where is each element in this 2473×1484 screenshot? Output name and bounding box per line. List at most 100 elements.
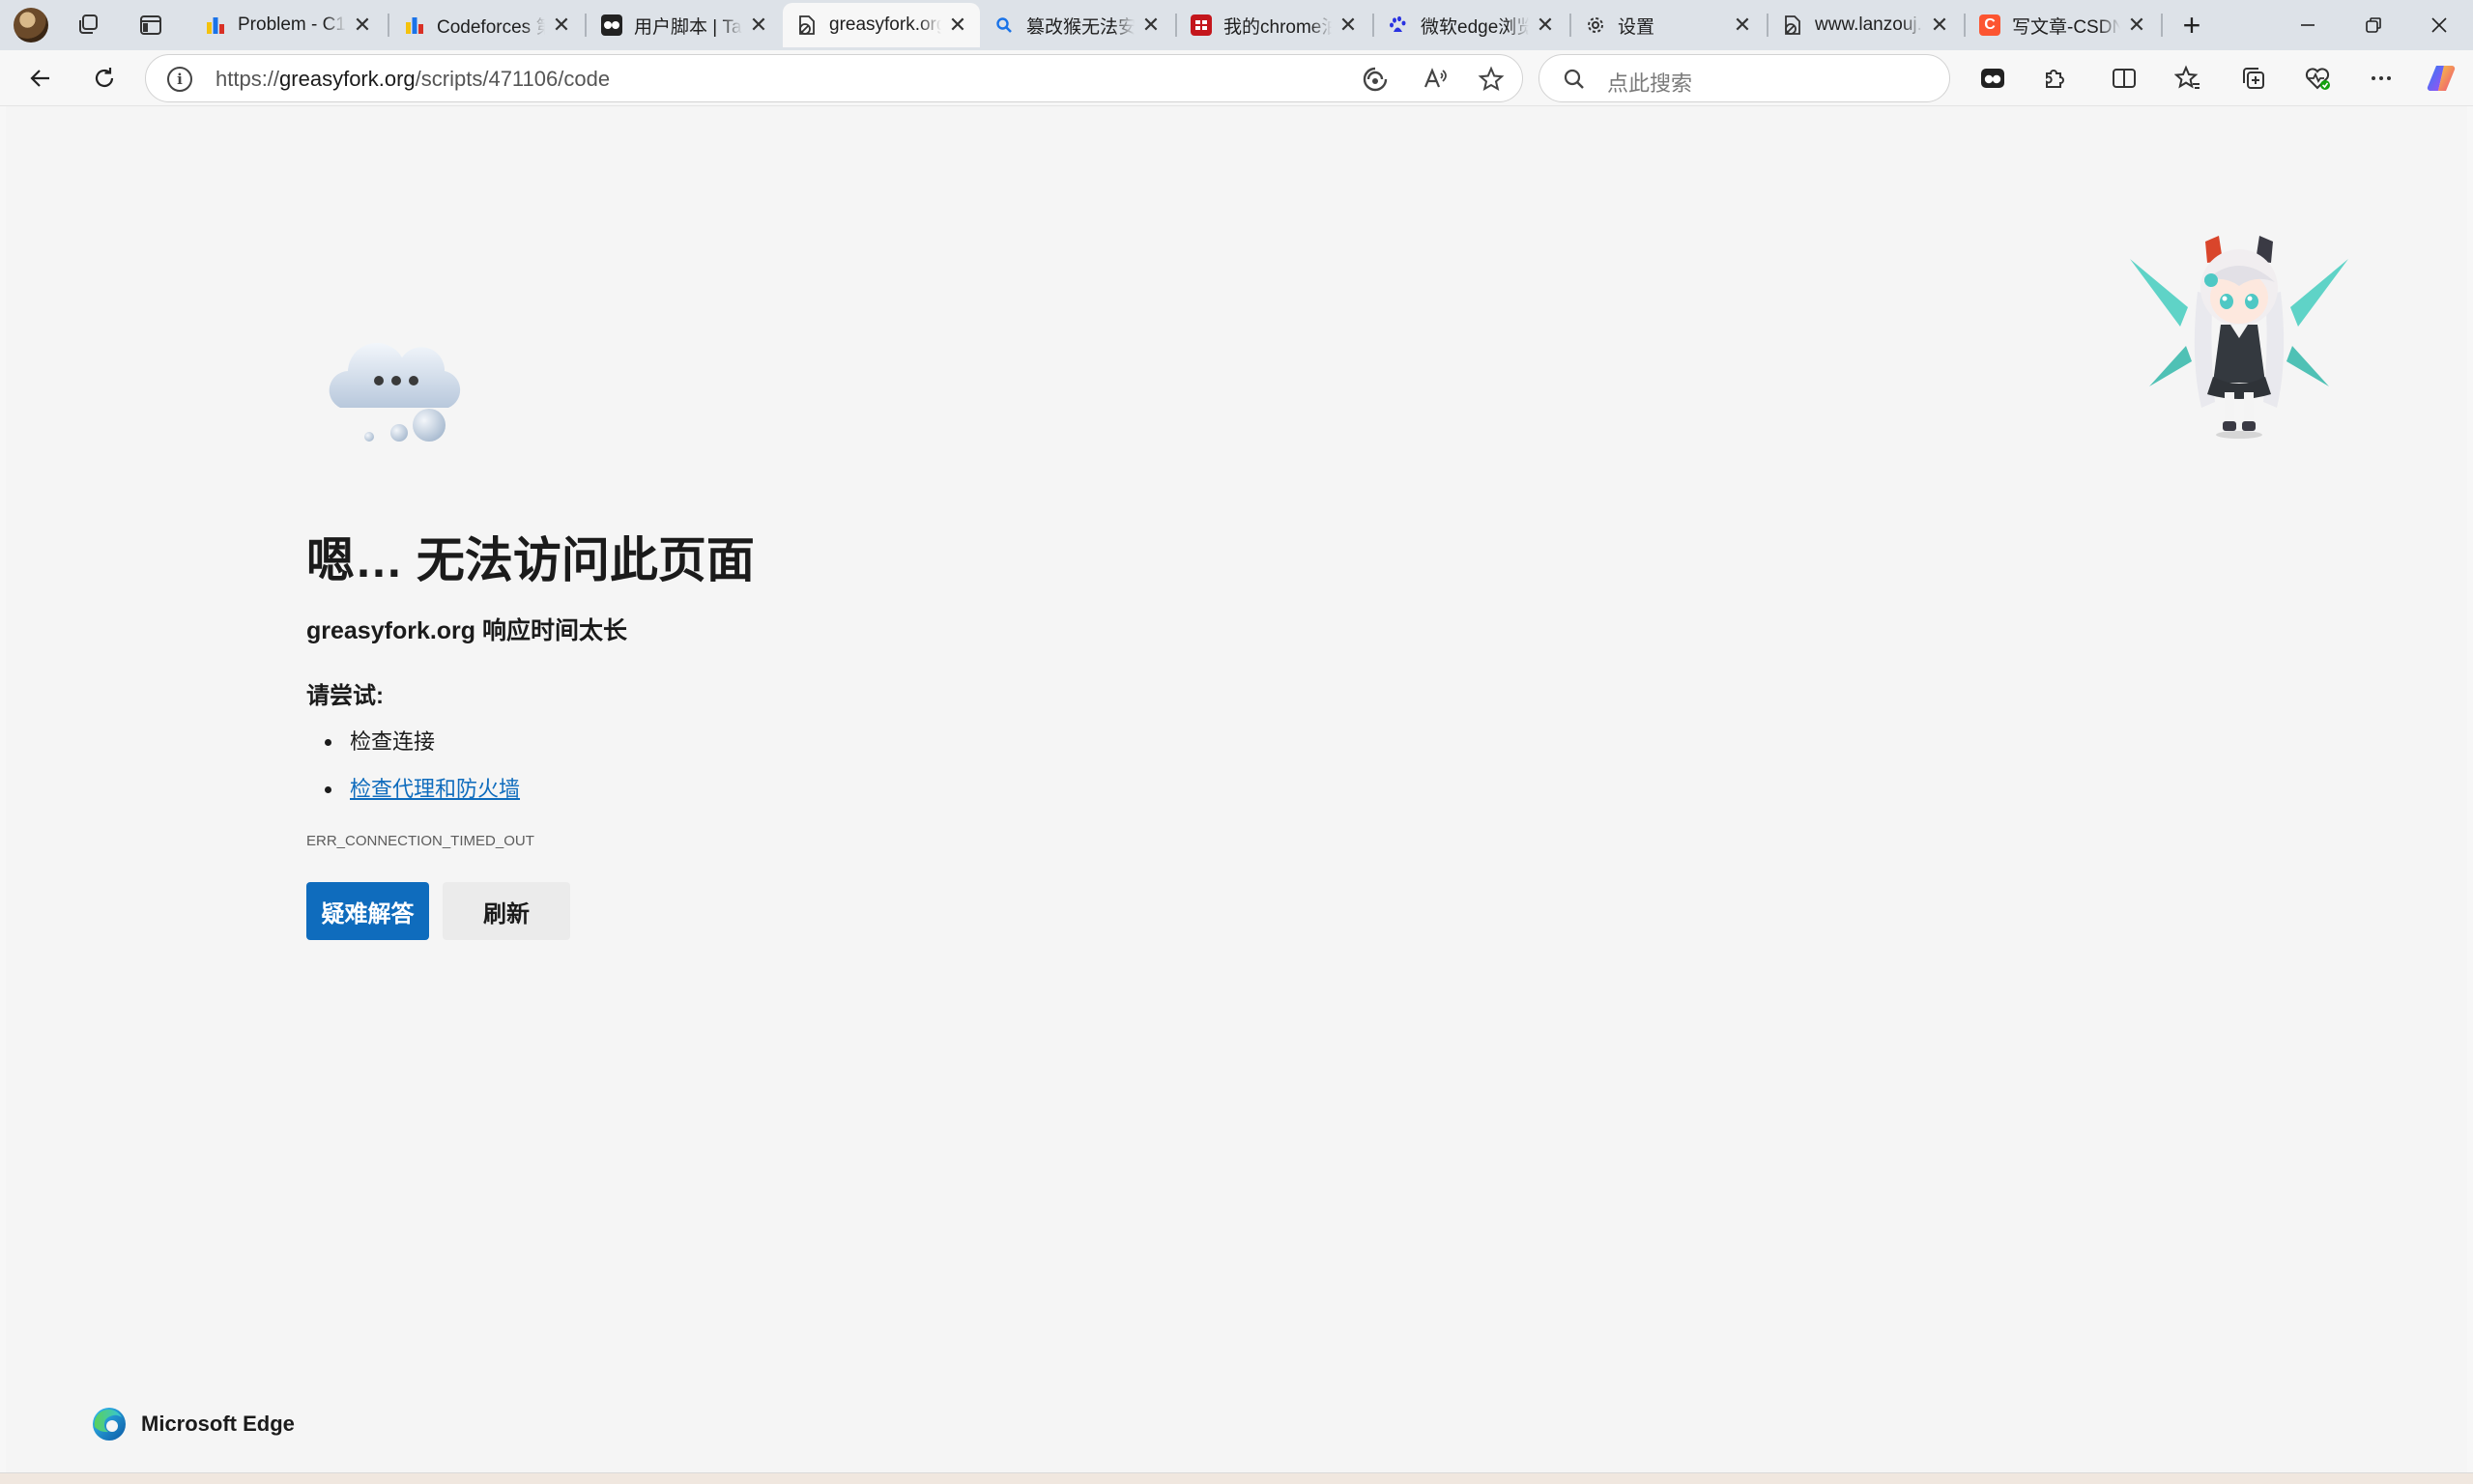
tab-separator [2161,14,2163,37]
puzzle-icon [2046,70,2064,88]
favorites-button[interactable] [2169,59,2207,98]
restore-button[interactable] [2341,0,2406,50]
minimize-button[interactable] [2275,0,2341,50]
heart-pulse-icon [2305,68,2330,90]
tab-title: Problem - C1 [238,14,346,35]
close-tab-icon[interactable]: ✕ [1732,13,1753,38]
url-path: /scripts/471106/code [415,67,611,91]
read-aloud-icon [1423,68,1447,88]
tab-separator [388,14,389,37]
error-subtitle: greasyfork.org 响应时间太长 [306,617,628,644]
close-tab-icon[interactable]: ✕ [748,13,769,38]
close-tab-icon[interactable]: ✕ [947,13,968,38]
favorite-star-button[interactable] [1472,60,1510,99]
favorites-icon [2174,65,2200,89]
error-title: 嗯… 无法访问此页面 [306,533,755,587]
try-label: 请尝试: [306,683,384,709]
tab-actions-button[interactable] [131,8,170,43]
collections-button[interactable] [2234,59,2273,98]
workspaces-button[interactable] [70,8,108,43]
gear-icon [1585,14,1606,36]
edge-brand: Microsoft Edge [91,1406,295,1442]
tampermonkey-icon [1981,69,2004,88]
tab-title: greasyfork.org [829,14,941,35]
close-tab-icon[interactable]: ✕ [1140,13,1162,38]
tab-problem-c1[interactable]: Problem - C1 ✕ [191,3,385,47]
back-arrow-icon [30,70,49,87]
search-placeholder: 点此搜索 [1607,71,1693,96]
cloud-error-icon [329,342,461,442]
read-aloud-button[interactable] [1416,60,1454,99]
translate-button[interactable] [1356,60,1395,99]
back-button[interactable] [21,59,60,98]
tampermonkey-extension-button[interactable] [1973,59,2012,98]
csdn-red-icon [1191,14,1212,36]
edge-logo-icon [93,1408,126,1441]
more-dots-icon [2372,76,2391,80]
tab-tampermonkey-search[interactable]: 篡改猴无法安装 ✕ [980,3,1173,47]
tab-userscripts[interactable]: 用户脚本 | Tam ✕ [588,3,781,47]
new-tab-button[interactable]: + [2172,8,2211,43]
window-bottom-edge [0,1472,2473,1484]
error-code: ERR_CONNECTION_TIMED_OUT [306,833,534,849]
close-tab-icon[interactable]: ✕ [1337,13,1359,38]
refresh-button[interactable] [85,59,124,98]
url-scheme: https:// [216,67,280,91]
tab-title: 写文章-CSDN [2012,16,2120,38]
url-host: greasyfork.org [279,67,416,91]
suggestion-check-connection: 检查连接 [324,725,520,772]
tab-codeforces[interactable]: Codeforces 第 ✕ [390,3,584,47]
close-icon [2431,17,2447,33]
url-text[interactable]: https://greasyfork.org/scripts/471106/co… [216,67,610,92]
tampermonkey-icon [601,14,622,36]
copilot-icon [2427,65,2456,92]
search-box[interactable]: 点此搜索 [1538,54,1950,102]
star-icon [1478,66,1505,92]
address-bar[interactable]: i https://greasyfork.org/scripts/471106/… [145,54,1523,102]
workspaces-icon [79,14,98,34]
tab-settings[interactable]: 设置 ✕ [1571,3,1765,47]
baidu-paw-icon [1388,14,1409,36]
tab-lanzouj[interactable]: www.lanzouj.c ✕ [1768,3,1962,47]
settings-more-button[interactable] [2362,59,2401,98]
search-icon [1564,69,1584,89]
translate-icon [1363,67,1388,92]
codeforces-icon [404,14,425,36]
close-tab-icon[interactable]: ✕ [2126,13,2147,38]
close-tab-icon[interactable]: ✕ [1929,13,1950,38]
split-screen-button[interactable] [2105,59,2143,98]
split-screen-icon [2113,69,2136,88]
tab-title: 我的chrome油 [1223,16,1332,38]
minimize-icon [2301,24,2315,26]
mascot-character-image [2130,236,2348,439]
close-tab-icon[interactable]: ✕ [352,13,373,38]
close-tab-icon[interactable]: ✕ [551,13,572,38]
suggestion-list: 检查连接 检查代理和防火墙 [324,725,520,819]
collections-icon [2243,68,2264,89]
tab-title: 用户脚本 | Tam [634,16,742,38]
copilot-button[interactable] [2422,59,2460,98]
tab-chrome-tampermonkey[interactable]: 我的chrome油 ✕ [1177,3,1370,47]
refresh-icon [95,68,114,87]
browser-essentials-button[interactable] [2298,59,2337,98]
site-info-icon[interactable]: i [167,67,192,92]
tab-title: www.lanzouj.c [1815,14,1923,35]
profile-avatar[interactable] [14,8,48,43]
tab-strip: Problem - C1 ✕ Codeforces 第 ✕ 用户脚本 | Tam… [0,0,2473,50]
extensions-button[interactable] [2035,59,2074,98]
restore-icon [2366,17,2381,33]
tab-greasyfork-active[interactable]: greasyfork.org ✕ [783,3,980,47]
vertical-tabs-icon [140,15,161,35]
close-tab-icon[interactable]: ✕ [1535,13,1556,38]
refresh-page-button[interactable]: 刷新 [443,882,570,940]
search-icon [993,14,1015,36]
close-window-button[interactable] [2406,0,2472,50]
troubleshoot-button[interactable]: 疑难解答 [306,882,429,940]
brand-name: Microsoft Edge [141,1412,295,1436]
suggestion-check-proxy-firewall-link[interactable]: 检查代理和防火墙 [324,772,520,819]
tab-csdn-write[interactable]: C 写文章-CSDN ✕ [1966,3,2159,47]
tab-edge-browser[interactable]: 微软edge浏览 ✕ [1374,3,1567,47]
csdn-icon: C [1979,14,2000,36]
navigation-toolbar: i https://greasyfork.org/scripts/471106/… [0,50,2473,106]
page-error-icon [1782,14,1803,36]
